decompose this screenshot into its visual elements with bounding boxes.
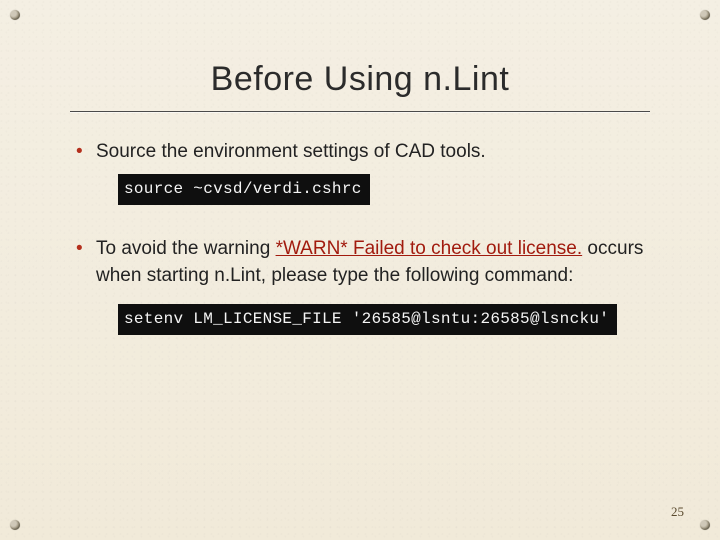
slide-content: Before Using n.Lint Source the environme…	[0, 0, 720, 540]
code-block: setenv LM_LICENSE_FILE '26585@lsntu:2658…	[118, 304, 617, 335]
bullet-list: Source the environment settings of CAD t…	[74, 138, 646, 357]
slide-title: Before Using n.Lint	[60, 60, 660, 99]
bullet-text: To avoid the warning	[96, 238, 276, 259]
list-item: Source the environment settings of CAD t…	[74, 138, 646, 227]
title-divider	[70, 111, 650, 112]
bullet-text: Source the environment settings of CAD t…	[96, 141, 486, 162]
list-item: To avoid the warning *WARN* Failed to ch…	[74, 235, 646, 357]
page-number: 25	[671, 504, 684, 520]
code-block: source ~cvsd/verdi.cshrc	[118, 174, 370, 205]
warning-text: *WARN* Failed to check out license.	[276, 238, 583, 259]
